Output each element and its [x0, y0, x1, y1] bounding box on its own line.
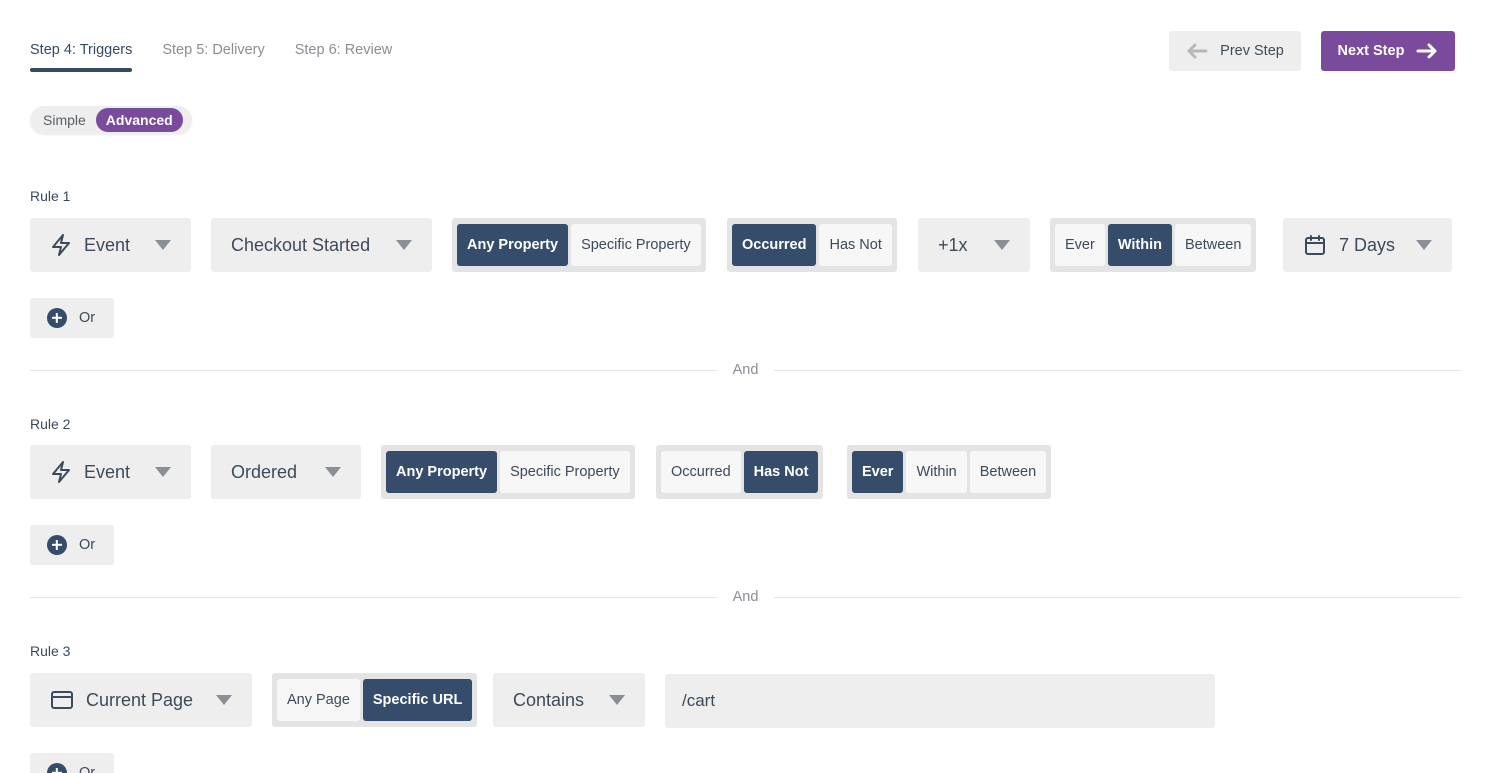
step-tabs: Step 4: Triggers Step 5: Delivery Step 6… — [30, 30, 392, 72]
and-divider: And — [30, 587, 1461, 607]
rule-type-dropdown[interactable]: Event — [30, 218, 191, 272]
has-not-option[interactable]: Has Not — [819, 224, 892, 266]
duration-value: 7 Days — [1339, 234, 1396, 255]
match-value: Contains — [513, 689, 585, 710]
any-page-option[interactable]: Any Page — [277, 679, 360, 721]
count-dropdown[interactable]: +1x — [918, 218, 1030, 272]
count-value: +1x — [938, 234, 968, 255]
event-dropdown[interactable]: Checkout Started — [211, 218, 432, 272]
rule-type-value: Event — [84, 461, 131, 482]
occurrence-selector: Occurred Has Not — [727, 218, 897, 272]
divider-line — [30, 596, 717, 598]
chevron-down-icon — [155, 467, 171, 477]
or-label: Or — [79, 310, 96, 326]
or-label: Or — [79, 537, 96, 553]
ever-option[interactable]: Ever — [852, 451, 904, 493]
occurrence-selector: Occurred Has Not — [656, 445, 824, 499]
divider-line — [30, 369, 717, 371]
chevron-down-icon — [155, 240, 171, 250]
occurred-option[interactable]: Occurred — [732, 224, 817, 266]
prev-step-button[interactable]: Prev Step — [1169, 31, 1301, 71]
within-option[interactable]: Within — [1107, 224, 1172, 266]
next-step-button[interactable]: Next Step — [1321, 31, 1455, 71]
or-button[interactable]: Or — [30, 753, 114, 773]
tab-review[interactable]: Step 6: Review — [295, 30, 393, 72]
next-step-label: Next Step — [1337, 43, 1405, 59]
chevron-down-icon — [609, 695, 625, 705]
event-value: Checkout Started — [231, 234, 371, 255]
divider-line — [774, 596, 1461, 598]
specific-property-option[interactable]: Specific Property — [500, 451, 630, 493]
plus-circle-icon — [47, 308, 67, 328]
and-label: And — [732, 362, 759, 378]
chevron-down-icon — [994, 240, 1010, 250]
mode-simple[interactable]: Simple — [33, 108, 96, 132]
prev-step-label: Prev Step — [1220, 43, 1284, 59]
any-property-option[interactable]: Any Property — [386, 451, 498, 493]
timeframe-selector: Ever Within Between — [1050, 218, 1257, 272]
property-selector: Any Property Specific Property — [381, 445, 635, 499]
event-dropdown[interactable]: Ordered — [211, 445, 361, 499]
chevron-down-icon — [325, 467, 341, 477]
rule-label: Rule 3 — [30, 643, 71, 659]
specific-url-option[interactable]: Specific URL — [362, 679, 473, 721]
between-option[interactable]: Between — [969, 451, 1047, 493]
plus-circle-icon — [47, 763, 67, 773]
divider-line — [774, 369, 1461, 371]
lightning-icon — [50, 233, 72, 257]
or-button[interactable]: Or — [30, 298, 114, 338]
url-input[interactable] — [665, 674, 1215, 728]
chevron-down-icon — [216, 695, 232, 705]
between-option[interactable]: Between — [1175, 224, 1252, 266]
duration-dropdown[interactable]: 7 Days — [1283, 218, 1452, 272]
ever-option[interactable]: Ever — [1055, 224, 1105, 266]
arrow-right-icon — [1416, 43, 1437, 59]
calendar-icon — [1303, 233, 1327, 257]
rule-label: Rule 2 — [30, 416, 71, 432]
property-selector: Any Property Specific Property — [452, 218, 706, 272]
rule-type-value: Current Page — [86, 689, 194, 710]
and-divider: And — [30, 360, 1461, 380]
or-button[interactable]: Or — [30, 525, 114, 565]
rule-type-dropdown[interactable]: Event — [30, 445, 191, 499]
event-value: Ordered — [231, 461, 298, 482]
mode-advanced[interactable]: Advanced — [95, 108, 183, 132]
lightning-icon — [50, 460, 72, 484]
has-not-option[interactable]: Has Not — [743, 451, 819, 493]
chevron-down-icon — [396, 240, 412, 250]
tab-triggers[interactable]: Step 4: Triggers — [30, 30, 133, 72]
rule-type-value: Event — [84, 234, 131, 255]
rule-type-dropdown[interactable]: Current Page — [30, 673, 252, 727]
match-dropdown[interactable]: Contains — [493, 673, 645, 727]
arrow-left-icon — [1187, 43, 1208, 59]
or-label: Or — [79, 765, 96, 773]
any-property-option[interactable]: Any Property — [457, 224, 569, 266]
mode-toggle[interactable]: Simple Advanced — [30, 106, 192, 134]
tab-delivery[interactable]: Step 5: Delivery — [162, 30, 264, 72]
within-option[interactable]: Within — [906, 451, 967, 493]
occurred-option[interactable]: Occurred — [661, 451, 741, 493]
page-selector: Any Page Specific URL — [272, 673, 478, 727]
browser-window-icon — [50, 689, 74, 711]
plus-circle-icon — [47, 535, 67, 555]
chevron-down-icon — [1416, 240, 1432, 250]
and-label: And — [732, 589, 759, 605]
specific-property-option[interactable]: Specific Property — [571, 224, 701, 266]
rule-label: Rule 1 — [30, 188, 71, 204]
timeframe-selector: Ever Within Between — [847, 445, 1052, 499]
